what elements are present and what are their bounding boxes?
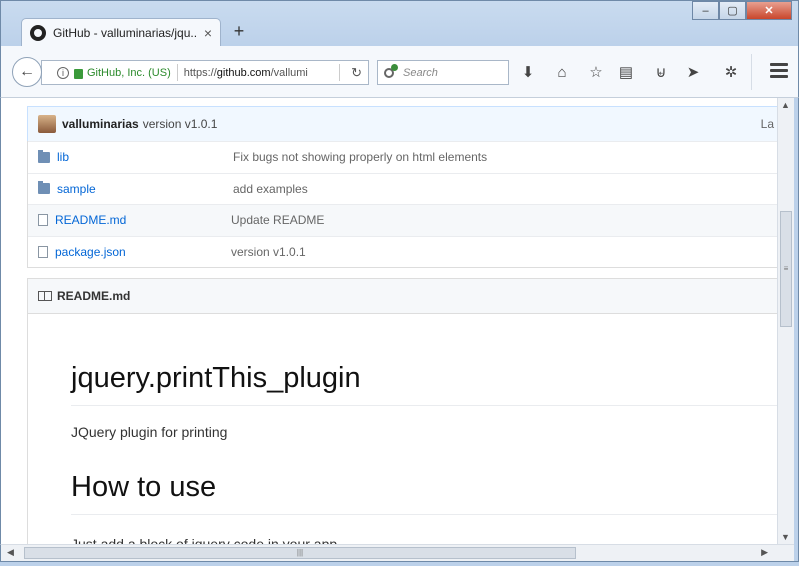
minimize-button[interactable]: –	[692, 1, 719, 20]
horizontal-scroll-thumb[interactable]: |||	[24, 547, 576, 559]
url-text[interactable]: https://github.com/vallumi	[184, 67, 330, 79]
commit-message[interactable]: version v1.0.1	[143, 117, 218, 131]
avatar[interactable]	[38, 115, 56, 133]
extension-icon[interactable]: ✲	[721, 63, 741, 83]
reload-icon[interactable]: ↻	[351, 65, 362, 81]
url-separator	[176, 64, 178, 81]
file-row-sample[interactable]: sample add examples	[28, 172, 777, 205]
latest-commit-label: La	[760, 117, 774, 131]
section-rule	[71, 514, 777, 515]
title-bar: GitHub - valluminarias/jqu... × + – ▢ ✕	[0, 0, 799, 47]
book-icon	[38, 291, 52, 301]
url-bar[interactable]: i GitHub, Inc. (US) https://github.com/v…	[41, 60, 369, 85]
title-rule	[71, 405, 777, 406]
vertical-scrollbar[interactable]: ▲ ≡ ▼	[777, 98, 794, 544]
toolbar-separator	[751, 54, 752, 90]
latest-commit-bar: valluminarias version v1.0.1 La	[27, 106, 777, 142]
home-icon[interactable]: ⌂	[552, 63, 572, 83]
url-divider	[339, 64, 340, 81]
vertical-scroll-thumb[interactable]: ≡	[780, 211, 792, 327]
file-row-package-json[interactable]: package.json version v1.0.1	[28, 235, 777, 268]
nav-bar: i GitHub, Inc. (US) https://github.com/v…	[0, 46, 799, 98]
file-commit-message[interactable]: Fix bugs not showing properly on html el…	[233, 150, 487, 164]
tab-close-icon[interactable]: ×	[204, 25, 212, 41]
file-commit-message[interactable]: version v1.0.1	[231, 245, 306, 259]
window-controls: – ▢ ✕	[692, 1, 792, 20]
url-prefix: https://	[183, 66, 217, 79]
window-frame-right	[794, 98, 799, 566]
file-icon	[38, 245, 48, 258]
bookmark-star-icon[interactable]: ☆	[586, 63, 606, 83]
reader-view-icon[interactable]: ▤	[616, 63, 636, 83]
info-icon[interactable]: i	[57, 66, 69, 79]
file-row-readme[interactable]: README.md Update README	[28, 204, 777, 236]
section-heading: How to use	[71, 471, 217, 503]
scroll-left-icon[interactable]: ◀	[7, 547, 14, 558]
search-input[interactable]: Search	[377, 60, 509, 85]
file-row-lib[interactable]: lib Fix bugs not showing properly on htm…	[28, 141, 777, 173]
search-placeholder: Search	[403, 66, 438, 79]
send-icon[interactable]: ➤	[683, 63, 703, 83]
file-name[interactable]: lib	[57, 150, 233, 164]
scroll-down-icon[interactable]: ▼	[781, 532, 790, 542]
browser-tab[interactable]: GitHub - valluminarias/jqu... ×	[21, 18, 221, 47]
folder-icon	[38, 181, 50, 195]
scroll-up-icon[interactable]: ▲	[781, 100, 790, 110]
url-host: github.com	[216, 66, 271, 79]
tab-title: GitHub - valluminarias/jqu...	[53, 26, 198, 40]
file-icon	[38, 214, 48, 227]
readme-header: README.md	[27, 278, 777, 314]
readme-description: JQuery plugin for printing	[71, 424, 228, 440]
readme-title: jquery.printThis_plugin	[71, 362, 361, 394]
page-viewport: valluminarias version v1.0.1 La lib Fix …	[0, 98, 777, 544]
back-button[interactable]: ←	[12, 57, 42, 87]
search-icon	[384, 63, 398, 78]
file-commit-message[interactable]: Update README	[231, 213, 324, 227]
new-tab-button[interactable]: +	[229, 21, 249, 42]
file-commit-message[interactable]: add examples	[233, 182, 308, 196]
download-icon[interactable]: ⬇	[518, 63, 538, 83]
url-path: /vallumi	[270, 66, 308, 79]
window-frame-bottom	[0, 561, 799, 566]
folder-icon	[38, 149, 50, 163]
horizontal-scrollbar[interactable]: ◀ ||| ▶	[0, 544, 794, 561]
readme-body: jquery.printThis_plugin JQuery plugin fo…	[27, 313, 777, 544]
file-name[interactable]: package.json	[55, 245, 231, 259]
section-text: Just add a block of jquery code in your …	[71, 536, 338, 544]
site-identity[interactable]: GitHub, Inc. (US)	[87, 67, 171, 79]
close-button[interactable]: ✕	[746, 1, 792, 20]
pocket-icon[interactable]: ⊌	[651, 63, 671, 83]
file-name[interactable]: README.md	[55, 213, 231, 227]
menu-icon[interactable]	[770, 63, 788, 79]
readme-header-label: README.md	[57, 289, 131, 303]
scroll-right-icon[interactable]: ▶	[761, 547, 768, 558]
file-name[interactable]: sample	[57, 182, 233, 196]
lock-icon	[74, 68, 83, 79]
commit-author[interactable]: valluminarias	[62, 117, 139, 131]
file-list: lib Fix bugs not showing properly on htm…	[27, 141, 777, 268]
github-icon	[30, 25, 46, 41]
maximize-button[interactable]: ▢	[719, 1, 746, 20]
